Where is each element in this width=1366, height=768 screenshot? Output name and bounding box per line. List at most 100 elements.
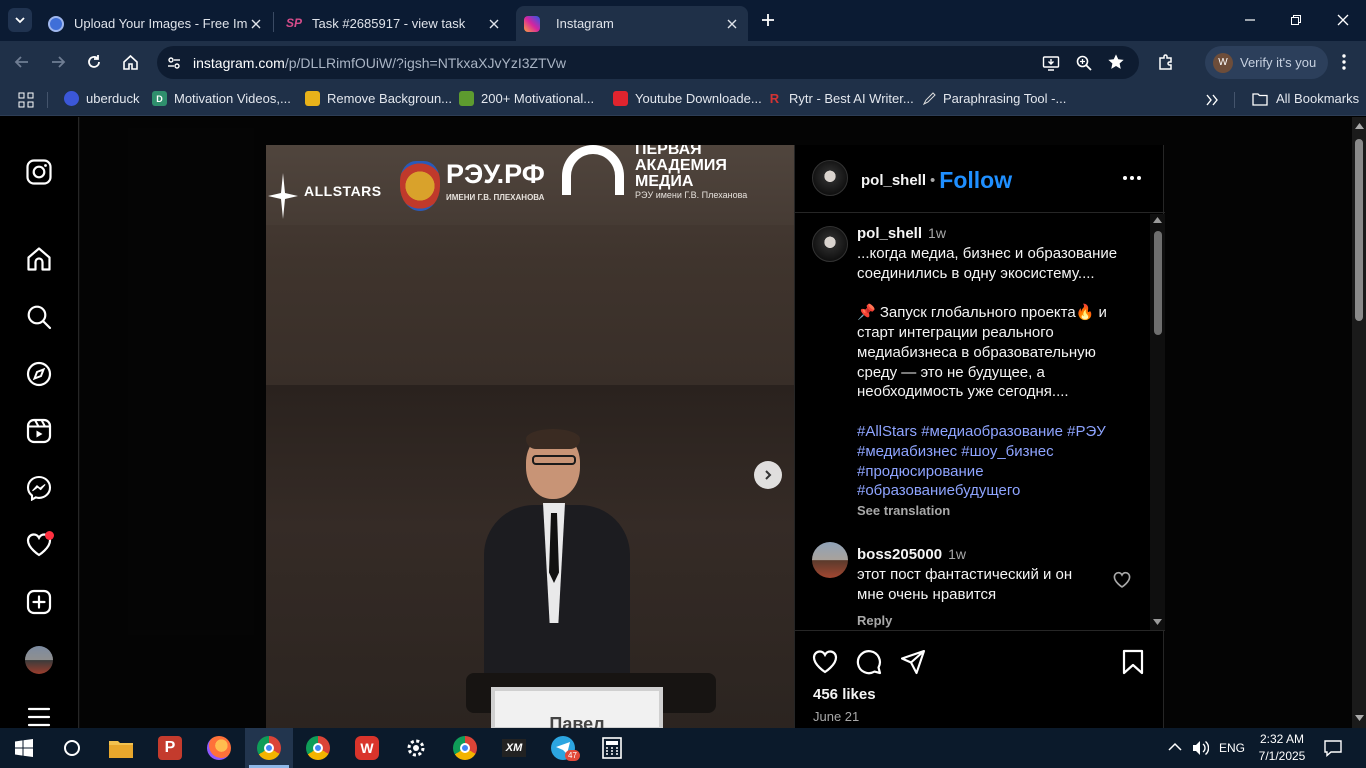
clock-date[interactable]: 7/1/2025 [1256, 749, 1308, 763]
extensions-button[interactable] [1155, 51, 1177, 73]
start-button[interactable] [0, 728, 48, 768]
caption-hashtags[interactable]: #AllStars #медиаобразование #РЭУ #медиаб… [857, 422, 1137, 501]
author-avatar[interactable] [812, 160, 848, 196]
zoom-icon[interactable] [1075, 54, 1093, 72]
back-button[interactable] [11, 51, 33, 73]
chrome-button[interactable] [294, 728, 342, 768]
comment-icon[interactable] [856, 649, 882, 675]
bookmark-star-icon[interactable] [1107, 53, 1125, 71]
close-tab-icon[interactable] [724, 16, 740, 32]
author-username[interactable]: pol_shell [861, 172, 926, 189]
commenter-avatar[interactable] [812, 542, 848, 578]
settings-button[interactable] [392, 728, 440, 768]
close-tab-icon[interactable] [486, 16, 502, 32]
chrome-icon [257, 736, 281, 760]
apps-grid-icon[interactable] [18, 92, 34, 108]
tab-upload-images[interactable]: Upload Your Images - Free Ima [40, 6, 272, 41]
all-bookmarks-button[interactable]: All Bookmarks [1252, 91, 1359, 106]
reload-icon [88, 55, 100, 68]
likes-count[interactable]: 456 likes [813, 686, 876, 703]
like-comment-icon[interactable] [1113, 571, 1131, 589]
bookmark-uberduck[interactable]: uberduck [64, 91, 139, 106]
bookmark-remove-background[interactable]: Remove Backgroun... [305, 91, 452, 106]
instagram-logo-icon[interactable] [24, 157, 54, 187]
next-photo-button[interactable] [754, 461, 782, 489]
profile-verify-button[interactable]: W Verify it's you [1205, 46, 1328, 79]
caption-time: 1w [928, 225, 946, 241]
reload-button[interactable] [83, 51, 105, 73]
maximize-button[interactable] [1284, 8, 1308, 32]
comments-area[interactable]: pol_shell 1w ...когда медиа, бизнес и обр… [795, 214, 1165, 630]
volume-icon[interactable] [1191, 739, 1209, 757]
caption-author-avatar[interactable] [812, 226, 848, 262]
share-icon[interactable] [900, 649, 926, 675]
puzzle-icon [1159, 54, 1172, 70]
p-app-icon: P [158, 736, 182, 760]
firefox-button[interactable] [195, 728, 243, 768]
scroll-down-icon[interactable] [1355, 715, 1364, 721]
folder-icon [1252, 92, 1268, 106]
search-nav-icon[interactable] [24, 302, 54, 332]
save-post-icon[interactable] [1121, 649, 1145, 675]
new-tab-button[interactable] [757, 9, 779, 31]
bookmark-motivation-videos[interactable]: D Motivation Videos,... [152, 91, 291, 106]
messenger-nav-icon[interactable] [24, 473, 54, 503]
language-indicator[interactable]: ENG [1219, 741, 1245, 755]
search-button[interactable] [48, 728, 96, 768]
scroll-up-icon[interactable] [1355, 123, 1364, 129]
folder-icon [109, 741, 133, 758]
see-translation-link[interactable]: See translation [857, 501, 1137, 521]
reply-button[interactable]: Reply [857, 611, 1097, 630]
bookmark-label: Paraphrasing Tool -... [943, 91, 1067, 106]
file-explorer-button[interactable] [97, 728, 145, 768]
like-post-icon[interactable] [812, 649, 838, 675]
page-scroll-thumb[interactable] [1355, 139, 1363, 321]
bookmark-paraphrasing-tool[interactable]: Paraphrasing Tool -... [921, 91, 1066, 106]
app-p-button[interactable]: P [146, 728, 194, 768]
reels-nav-icon[interactable] [24, 416, 54, 446]
clock-time[interactable]: 2:32 AM [1258, 732, 1306, 746]
create-nav-icon[interactable] [24, 587, 54, 617]
notifications-nav-icon[interactable] [24, 530, 54, 560]
photo-logo-academy: ПЕРВАЯ АКАДЕМИЯ МЕДИА [635, 145, 727, 190]
close-window-button[interactable] [1331, 8, 1355, 32]
forward-button[interactable] [47, 51, 69, 73]
bookmark-label: Remove Backgroun... [327, 91, 453, 106]
minimize-button[interactable] [1238, 8, 1262, 32]
chrome-profile-button[interactable] [245, 728, 293, 768]
scroll-up-icon[interactable] [1153, 217, 1162, 223]
caption-username[interactable]: pol_shell [857, 225, 922, 242]
tab-instagram[interactable]: Instagram [516, 6, 748, 41]
arrow-right-icon [52, 56, 66, 68]
chrome-menu-button[interactable] [1333, 51, 1355, 73]
tab-search-button[interactable] [8, 8, 32, 32]
show-hidden-icons-icon[interactable] [1168, 742, 1182, 752]
follow-button[interactable]: Follow [939, 167, 1012, 194]
home-nav-icon[interactable] [24, 244, 54, 274]
chrome-profile2-button[interactable] [441, 728, 489, 768]
wps-button[interactable]: W [343, 728, 391, 768]
xm-button[interactable]: XM [490, 728, 538, 768]
calculator-button[interactable] [588, 728, 636, 768]
bookmark-motivational[interactable]: 200+ Motivational... [459, 91, 594, 106]
comments-scroll-thumb[interactable] [1154, 231, 1162, 335]
site-info-icon[interactable] [166, 55, 182, 71]
more-bookmarks-icon[interactable] [1205, 93, 1219, 107]
telegram-button[interactable]: 47 [539, 728, 587, 768]
close-tab-icon[interactable] [248, 16, 264, 32]
bookmark-youtube-downloader[interactable]: Youtube Downloade... [613, 91, 762, 106]
action-center-icon[interactable] [1324, 739, 1342, 757]
home-button[interactable] [119, 51, 141, 73]
scroll-down-icon[interactable] [1153, 619, 1162, 625]
commenter-username[interactable]: boss205000 [857, 546, 942, 563]
bookmark-rytr[interactable]: R Rytr - Best AI Writer... [767, 91, 914, 106]
more-options-icon[interactable] [1122, 175, 1142, 181]
install-app-icon[interactable] [1042, 54, 1060, 72]
tab-task[interactable]: SP Task #2685917 - view task [278, 6, 510, 41]
address-bar[interactable]: instagram.com/p/DLLRimfOUiW/?igsh=NTkxaX… [157, 46, 1139, 79]
explore-nav-icon[interactable] [24, 359, 54, 389]
page-scrollbar[interactable] [1352, 117, 1366, 728]
post-date[interactable]: June 21 [813, 709, 859, 724]
man-hair [526, 429, 580, 449]
profile-nav-avatar[interactable] [24, 645, 54, 675]
